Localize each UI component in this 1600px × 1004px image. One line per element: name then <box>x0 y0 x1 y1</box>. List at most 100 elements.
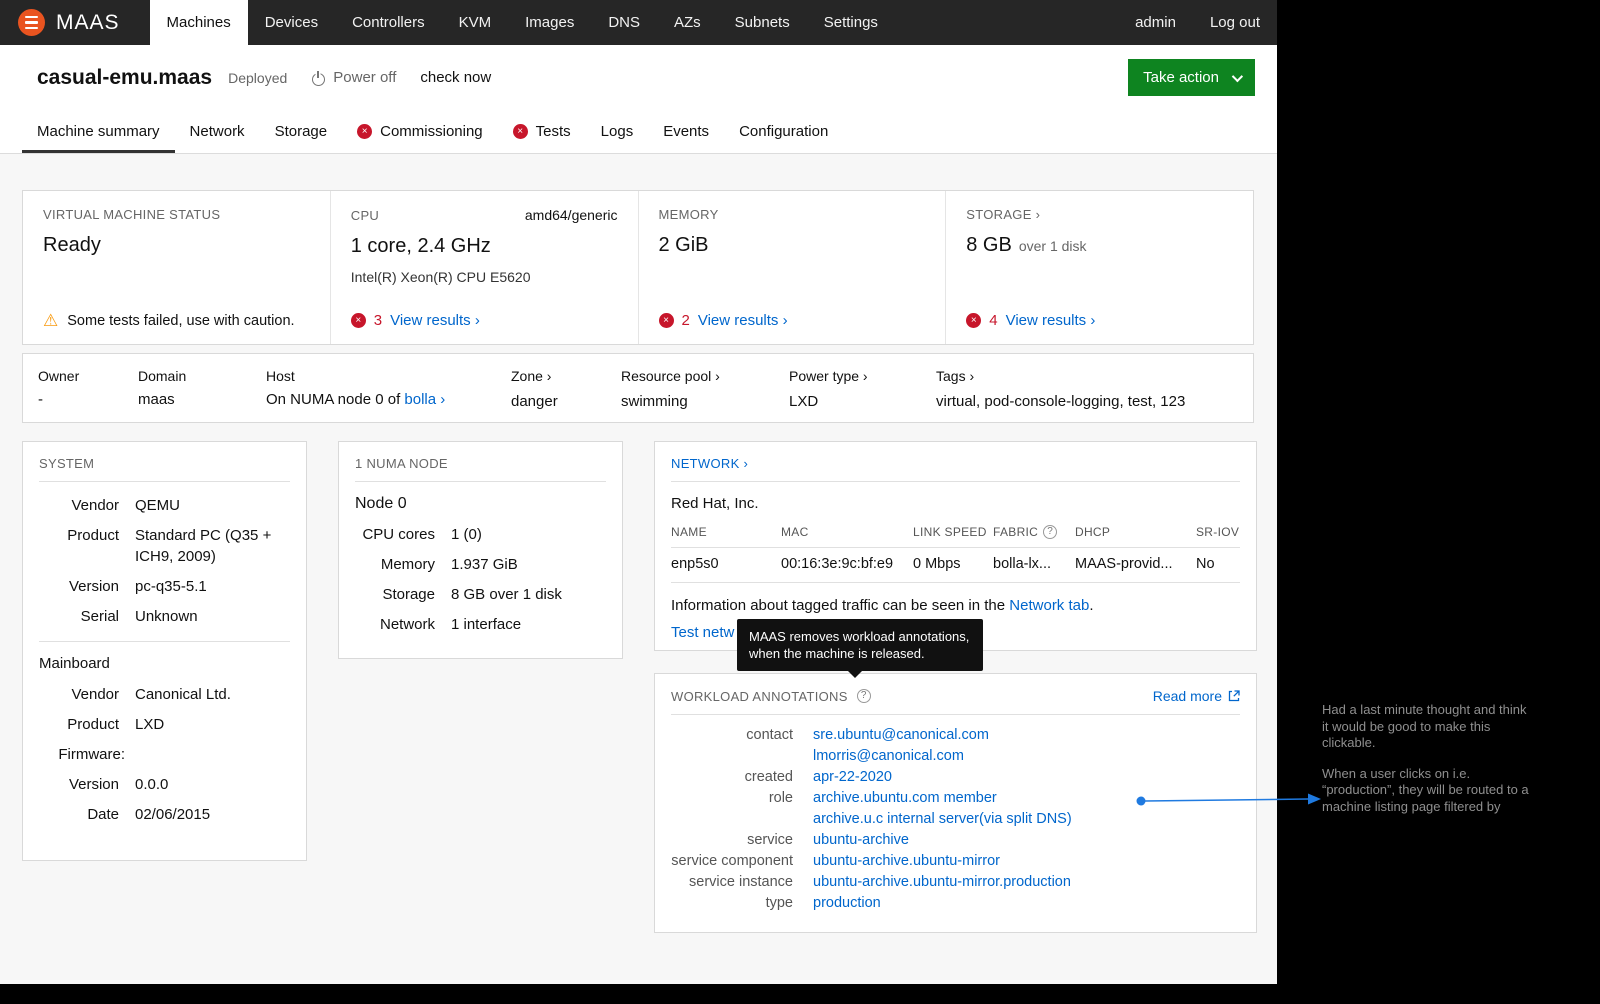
nav-item-dns[interactable]: DNS <box>591 0 657 45</box>
error-icon: × <box>658 313 674 328</box>
design-comment: Had a last minute thought and think it w… <box>1322 702 1536 815</box>
check-now-link[interactable]: check now <box>420 69 491 86</box>
interface-row[interactable]: enp5s0 00:16:3e:9c:bf:e9 0 Mbps bolla-lx… <box>671 547 1240 583</box>
host-prefix: On NUMA node 0 of <box>266 391 405 408</box>
nav-item-controllers[interactable]: Controllers <box>335 0 442 45</box>
row-label: service <box>747 832 793 848</box>
resource-pool-link[interactable]: Resource pool › <box>621 368 720 384</box>
help-icon[interactable]: ? <box>1043 525 1058 539</box>
tags-link[interactable]: Tags › <box>936 368 974 384</box>
row-label: Network <box>379 616 435 633</box>
row-value: 1 interface <box>451 616 522 633</box>
zone-value: danger <box>511 393 558 410</box>
row-value: QEMU <box>135 497 180 514</box>
annotation-value-link[interactable]: production <box>813 893 881 914</box>
annotation-value-link[interactable]: archive.ubuntu.com member <box>813 788 1072 809</box>
firmware-row: Date 02/06/2015 <box>39 804 290 825</box>
close-icon: × <box>355 314 362 326</box>
tab-logs[interactable]: Logs <box>586 110 649 153</box>
tab-configuration[interactable]: Configuration <box>724 110 843 153</box>
vm-status-panel: VIRTUAL MACHINE STATUS Ready ⚠ Some test… <box>23 191 330 344</box>
tab-label: Machine summary <box>37 123 160 140</box>
annotation-value-link[interactable]: lmorris@canonical.com <box>813 746 989 767</box>
tab-network[interactable]: Network <box>175 110 260 153</box>
tab-label: Configuration <box>739 123 829 140</box>
cpu-test-results: × 3 View results › <box>350 312 618 329</box>
zone-link[interactable]: Zone › <box>511 368 551 384</box>
storage-error-count: 4 <box>989 312 998 329</box>
nav-item-azs[interactable]: AZs <box>657 0 718 45</box>
numa-node-name: Node 0 <box>355 495 407 512</box>
close-icon: × <box>361 125 368 137</box>
storage-view-results-link[interactable]: View results › <box>1006 312 1096 329</box>
details-grid: SYSTEM Vendor QEMU Product Standard PC (Q3… <box>22 441 1257 933</box>
nav-item-admin[interactable]: admin <box>1118 0 1193 45</box>
cpu-model: Intel(R) Xeon(R) CPU E5620 <box>350 269 531 285</box>
right-column: NETWORK › Red Hat, Inc. NAME MAC LINK SP… <box>654 441 1257 933</box>
tagged-traffic-info: Information about tagged traffic can be … <box>671 597 1094 614</box>
nav-item-kvm[interactable]: KVM <box>442 0 509 45</box>
annotation-value-link[interactable]: archive.u.c internal server(via split DN… <box>813 809 1072 830</box>
col-header-sriov: SR-IOV <box>1196 520 1240 548</box>
numa-row: Memory 1.937 GiB <box>355 554 606 575</box>
tab-tests[interactable]: × Tests <box>498 110 586 153</box>
annotation-value-link[interactable]: ubuntu-archive <box>813 830 909 851</box>
workload-help-tooltip: MAAS removes workload annotations, when … <box>737 619 983 678</box>
storage-test-results: × 4 View results › <box>966 312 1233 329</box>
power-type-link[interactable]: Power type › <box>789 368 868 384</box>
logout-button[interactable]: Log out <box>1193 0 1277 45</box>
storage-link[interactable]: STORAGE › <box>966 207 1233 222</box>
tab-commissioning[interactable]: × Commissioning <box>342 110 498 153</box>
row-label: CPU cores <box>362 526 435 543</box>
cpu-view-results-link[interactable]: View results › <box>390 312 480 329</box>
tab-storage[interactable]: Storage <box>260 110 343 153</box>
col-header-fabric: FABRIC? <box>993 520 1075 548</box>
cpu-label: CPU <box>350 208 380 223</box>
meta-tags: Tags › virtual, pod-console-logging, tes… <box>936 368 1253 422</box>
network-tab-link[interactable]: Network tab <box>1009 597 1089 614</box>
annotation-value-link[interactable]: ubuntu-archive.ubuntu-mirror <box>813 851 1000 872</box>
row-value: pc-q35-5.1 <box>135 578 207 595</box>
test-network-link[interactable]: Test netw <box>671 624 734 641</box>
domain-label: Domain <box>138 368 187 384</box>
take-action-button[interactable]: Take action <box>1128 59 1255 96</box>
nav-item-settings[interactable]: Settings <box>807 0 895 45</box>
design-comment-paragraph: Had a last minute thought and think it w… <box>1322 702 1527 750</box>
deploy-status-label: Deployed <box>228 69 288 86</box>
memory-view-results-link[interactable]: View results › <box>698 312 788 329</box>
error-icon: × <box>350 313 366 328</box>
machine-title: casual-emu.maas <box>37 65 213 89</box>
network-card-link[interactable]: NETWORK › <box>671 456 1240 482</box>
network-vendor: Red Hat, Inc. <box>671 495 759 512</box>
read-more-link[interactable]: Read more <box>1153 688 1240 704</box>
numa-row: Network 1 interface <box>355 614 606 635</box>
system-row: Vendor QEMU <box>39 495 290 516</box>
annotation-value-link[interactable]: sre.ubuntu@canonical.com <box>813 725 989 746</box>
close-icon: × <box>970 314 977 326</box>
memory-test-results: × 2 View results › <box>658 312 926 329</box>
system-row: Product Standard PC (Q35 + ICH9, 2009) <box>39 525 290 567</box>
nav-item-machines[interactable]: Machines <box>149 0 248 45</box>
numa-card-title: 1 NUMA NODE <box>355 456 606 482</box>
row-label: created <box>744 769 793 785</box>
nav-item-devices[interactable]: Devices <box>248 0 335 45</box>
nav-item-images[interactable]: Images <box>508 0 591 45</box>
power-off-button[interactable]: Power off <box>311 69 396 86</box>
row-label: Product <box>67 527 119 544</box>
interface-mac: 00:16:3e:9c:bf:e9 <box>781 547 913 583</box>
row-value: 0.0.0 <box>135 776 169 793</box>
host-link[interactable]: bolla › <box>404 391 445 408</box>
memory-value: 2 GiB <box>658 234 709 256</box>
row-value: Standard PC (Q35 + ICH9, 2009) <box>135 527 272 565</box>
tab-events[interactable]: Events <box>648 110 724 153</box>
annotation-value-link[interactable]: ubuntu-archive.ubuntu-mirror.production <box>813 872 1071 893</box>
nav-item-subnets[interactable]: Subnets <box>718 0 807 45</box>
tab-machine-summary[interactable]: Machine summary <box>22 110 175 153</box>
maas-logo-icon <box>18 9 45 36</box>
tab-label: Tests <box>535 123 571 140</box>
workload-row: created apr-22-2020 <box>671 767 1240 788</box>
maas-logo[interactable]: MAAS <box>0 0 150 45</box>
annotation-value-link[interactable]: apr-22-2020 <box>813 767 892 788</box>
help-icon[interactable]: ? <box>856 689 871 703</box>
interface-sriov: No <box>1196 547 1240 583</box>
